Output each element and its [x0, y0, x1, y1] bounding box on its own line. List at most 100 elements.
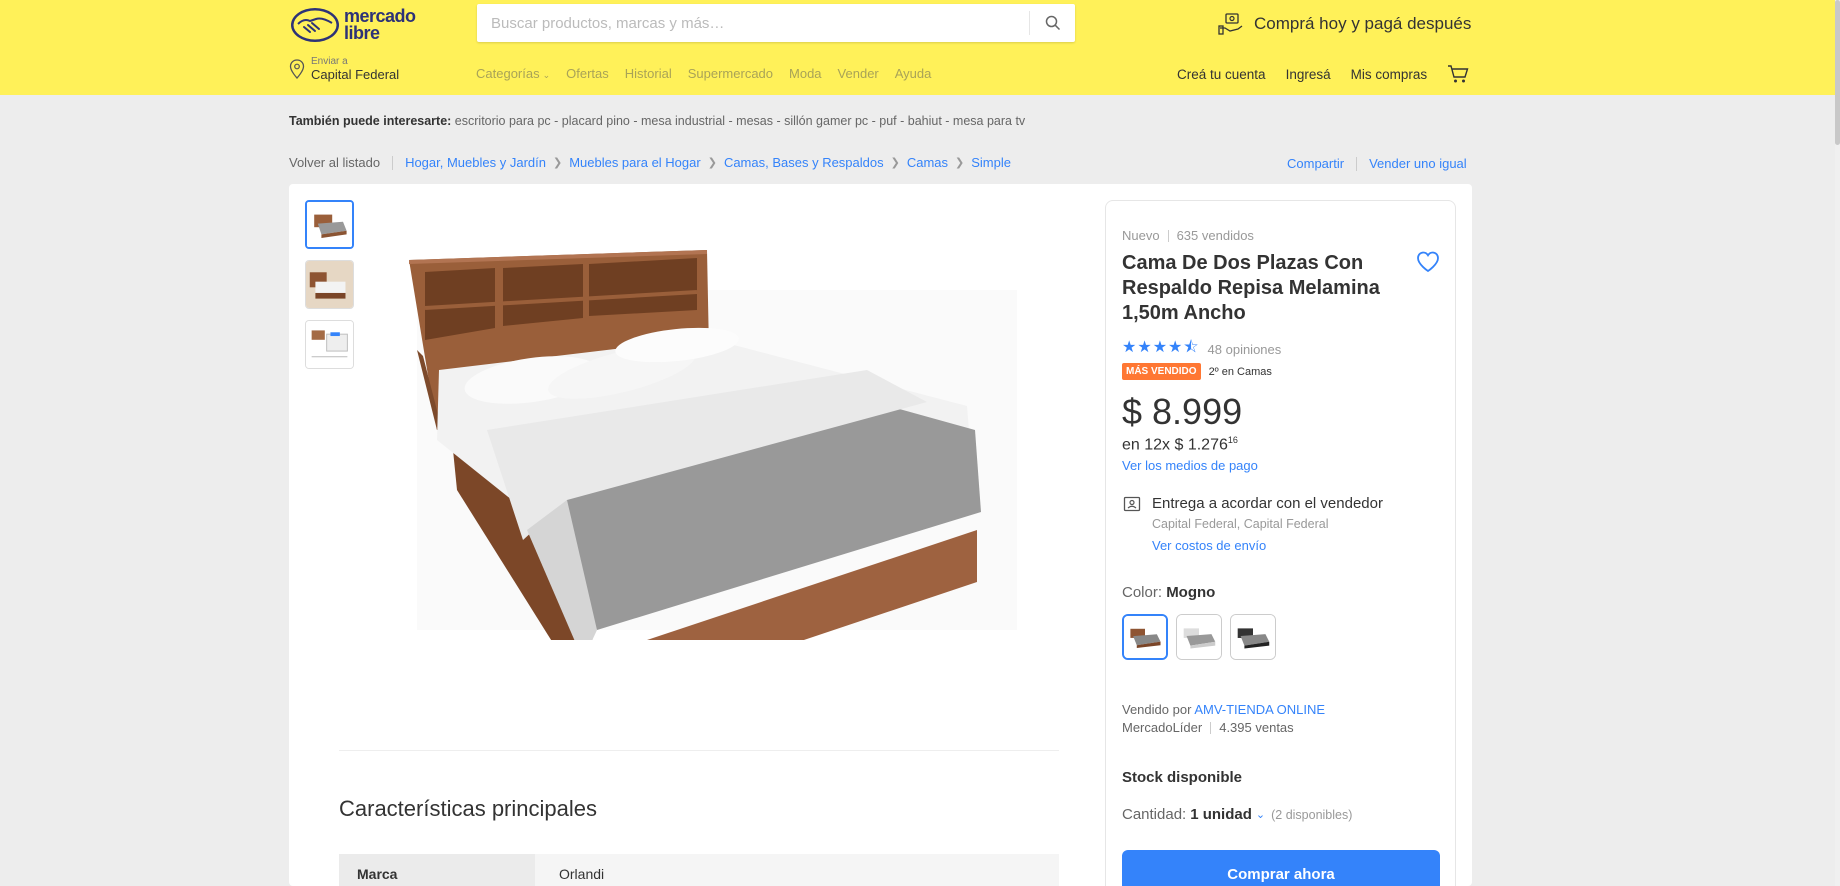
credit-hand-icon [1218, 13, 1243, 35]
color-swatch-mogno[interactable] [1122, 614, 1168, 660]
shipping-info: Entrega a acordar con el vendedor Capita… [1122, 495, 1383, 553]
bedroom-thumbnail-image [306, 261, 353, 308]
nav-historial[interactable]: Historial [625, 66, 672, 81]
user-nav: Creá tu cuenta Ingresá Mis compras [1177, 64, 1469, 84]
installments: en 12x $ 1.27616 [1122, 435, 1238, 454]
mercadolibre-logo[interactable]: mercado libre [290, 5, 426, 45]
shipping-costs-link[interactable]: Ver costos de envío [1152, 538, 1383, 553]
create-account-link[interactable]: Creá tu cuenta [1177, 67, 1266, 82]
location-pin-icon [289, 59, 305, 79]
product-main-image[interactable] [407, 230, 1027, 640]
thumbnail-1[interactable] [305, 200, 354, 249]
nav-ayuda[interactable]: Ayuda [895, 66, 932, 81]
diagram-thumbnail-image [306, 321, 353, 368]
feature-key: Marca [339, 854, 535, 886]
id-card-icon [1123, 496, 1141, 512]
buy-now-button[interactable]: Comprar ahora [1122, 850, 1440, 886]
breadcrumb-simple[interactable]: Simple [971, 155, 1011, 170]
breadcrumb: Volver al listado Hogar, Muebles y Jardí… [289, 155, 1011, 170]
shipping-location: Capital Federal, Capital Federal [1152, 517, 1329, 531]
quantity-available: (2 disponibles) [1271, 807, 1353, 822]
logo-text: mercado libre [344, 6, 416, 43]
chevron-down-icon: ⌄ [1255, 809, 1266, 821]
bed-thumbnail-image [307, 202, 352, 247]
sell-same-link[interactable]: Vender uno igual [1369, 156, 1467, 171]
buy-box: Nuevo 635 vendidos Cama De Dos Plazas Co… [1105, 200, 1456, 886]
nav-supermercado[interactable]: Supermercado [688, 66, 773, 81]
breadcrumb-muebles[interactable]: Muebles para el Hogar [569, 155, 701, 170]
section-divider [339, 750, 1059, 751]
price: $ 8.999 [1122, 391, 1243, 432]
search-input[interactable] [477, 4, 1022, 42]
search-button[interactable] [1029, 11, 1075, 35]
my-purchases-link[interactable]: Mis compras [1351, 67, 1428, 82]
breadcrumb-camas[interactable]: Camas [907, 155, 948, 170]
sold-count: 635 vendidos [1176, 228, 1254, 243]
rating-row[interactable]: ★★★★⯪ 48 opiniones [1122, 336, 1281, 363]
quantity-value: 1 unidad [1190, 806, 1252, 823]
seller-info: Vendido por AMV-TIENDA ONLINE [1122, 702, 1326, 717]
cart-icon[interactable] [1447, 64, 1469, 84]
promo-buy-now-pay-later[interactable]: Comprá hoy y pagá después [1218, 10, 1471, 38]
condition-label: Nuevo [1122, 228, 1160, 243]
chevron-down-icon: ⌄ [542, 70, 551, 80]
condition-row: Nuevo 635 vendidos [1122, 228, 1254, 243]
chevron-right-icon: ❯ [890, 157, 900, 169]
color-swatch-black[interactable] [1230, 614, 1276, 660]
breadcrumb-divider [392, 155, 394, 170]
bed-white-image [1177, 615, 1221, 659]
chevron-right-icon: ❯ [707, 157, 717, 169]
nav-vender[interactable]: Vender [838, 66, 879, 81]
thumbnail-2[interactable] [305, 260, 354, 309]
location-value: Capital Federal [311, 67, 400, 82]
quantity-selector[interactable]: Cantidad: 1 unidad ⌄ (2 disponibles) [1122, 806, 1352, 823]
related-searches-label: También puede interesarte: [289, 114, 452, 128]
color-label: Color: Mogno [1122, 584, 1216, 601]
share-bar: Compartir Vender uno igual [1287, 156, 1467, 171]
condition-divider [1167, 229, 1169, 242]
related-searches: También puede interesarte: escritorio pa… [289, 114, 1025, 128]
search-icon [1045, 15, 1060, 31]
page-scrollbar[interactable] [1835, 0, 1840, 886]
seller-divider [1210, 721, 1212, 734]
color-swatches [1122, 614, 1276, 660]
search-bar [477, 4, 1075, 42]
bestseller-badge: MÁS VENDIDO [1122, 363, 1201, 380]
nav-ofertas[interactable]: Ofertas [566, 66, 609, 81]
product-panel: Características principales Marca Orland… [289, 184, 1472, 886]
features-table: Marca Orlandi [339, 854, 1059, 886]
scrollbar-thumb[interactable] [1835, 0, 1840, 145]
payment-methods-link[interactable]: Ver los medios de pago [1122, 458, 1258, 473]
header: mercado libre Comprá hoy y pagá después … [0, 0, 1835, 95]
category-rank[interactable]: 2º en Camas [1209, 366, 1272, 378]
bestseller-row: MÁS VENDIDO 2º en Camas [1122, 363, 1272, 380]
product-title: Cama De Dos Plazas Con Respaldo Repisa M… [1122, 252, 1380, 324]
share-link[interactable]: Compartir [1287, 156, 1344, 171]
login-link[interactable]: Ingresá [1286, 67, 1331, 82]
bed-black-image [1231, 615, 1275, 659]
shipping-location[interactable]: Enviar a Capital Federal [289, 54, 399, 84]
location-label: Enviar a [311, 56, 348, 67]
features-title: Características principales [339, 796, 597, 821]
chevron-right-icon: ❯ [955, 157, 965, 169]
handshake-logo-icon [291, 8, 339, 42]
heart-icon[interactable] [1416, 251, 1440, 273]
seller-link[interactable]: AMV-TIENDA ONLINE [1194, 702, 1325, 717]
thumbnail-3[interactable] [305, 320, 354, 369]
promo-text: Comprá hoy y pagá después [1254, 14, 1472, 33]
seller-reputation: MercadoLíder 4.395 ventas [1122, 720, 1294, 735]
review-count: 48 opiniones [1207, 342, 1282, 357]
related-searches-items[interactable]: escritorio para pc - placard pino - mesa… [455, 114, 1025, 128]
nav-moda[interactable]: Moda [789, 66, 822, 81]
breadcrumb-camas-bases[interactable]: Camas, Bases y Respaldos [724, 155, 884, 170]
breadcrumb-hogar[interactable]: Hogar, Muebles y Jardín [405, 155, 546, 170]
color-swatch-white[interactable] [1176, 614, 1222, 660]
back-to-list-link[interactable]: Volver al listado [289, 155, 380, 170]
seller-sales: 4.395 ventas [1219, 720, 1294, 735]
bed-mogno-image [1124, 616, 1166, 658]
seller-level: MercadoLíder [1122, 720, 1203, 735]
nav-categorias[interactable]: Categorías ⌄ [476, 66, 550, 81]
chevron-right-icon: ❯ [552, 157, 563, 169]
share-divider [1356, 156, 1358, 171]
shipping-title: Entrega a acordar con el vendedor [1152, 495, 1383, 512]
